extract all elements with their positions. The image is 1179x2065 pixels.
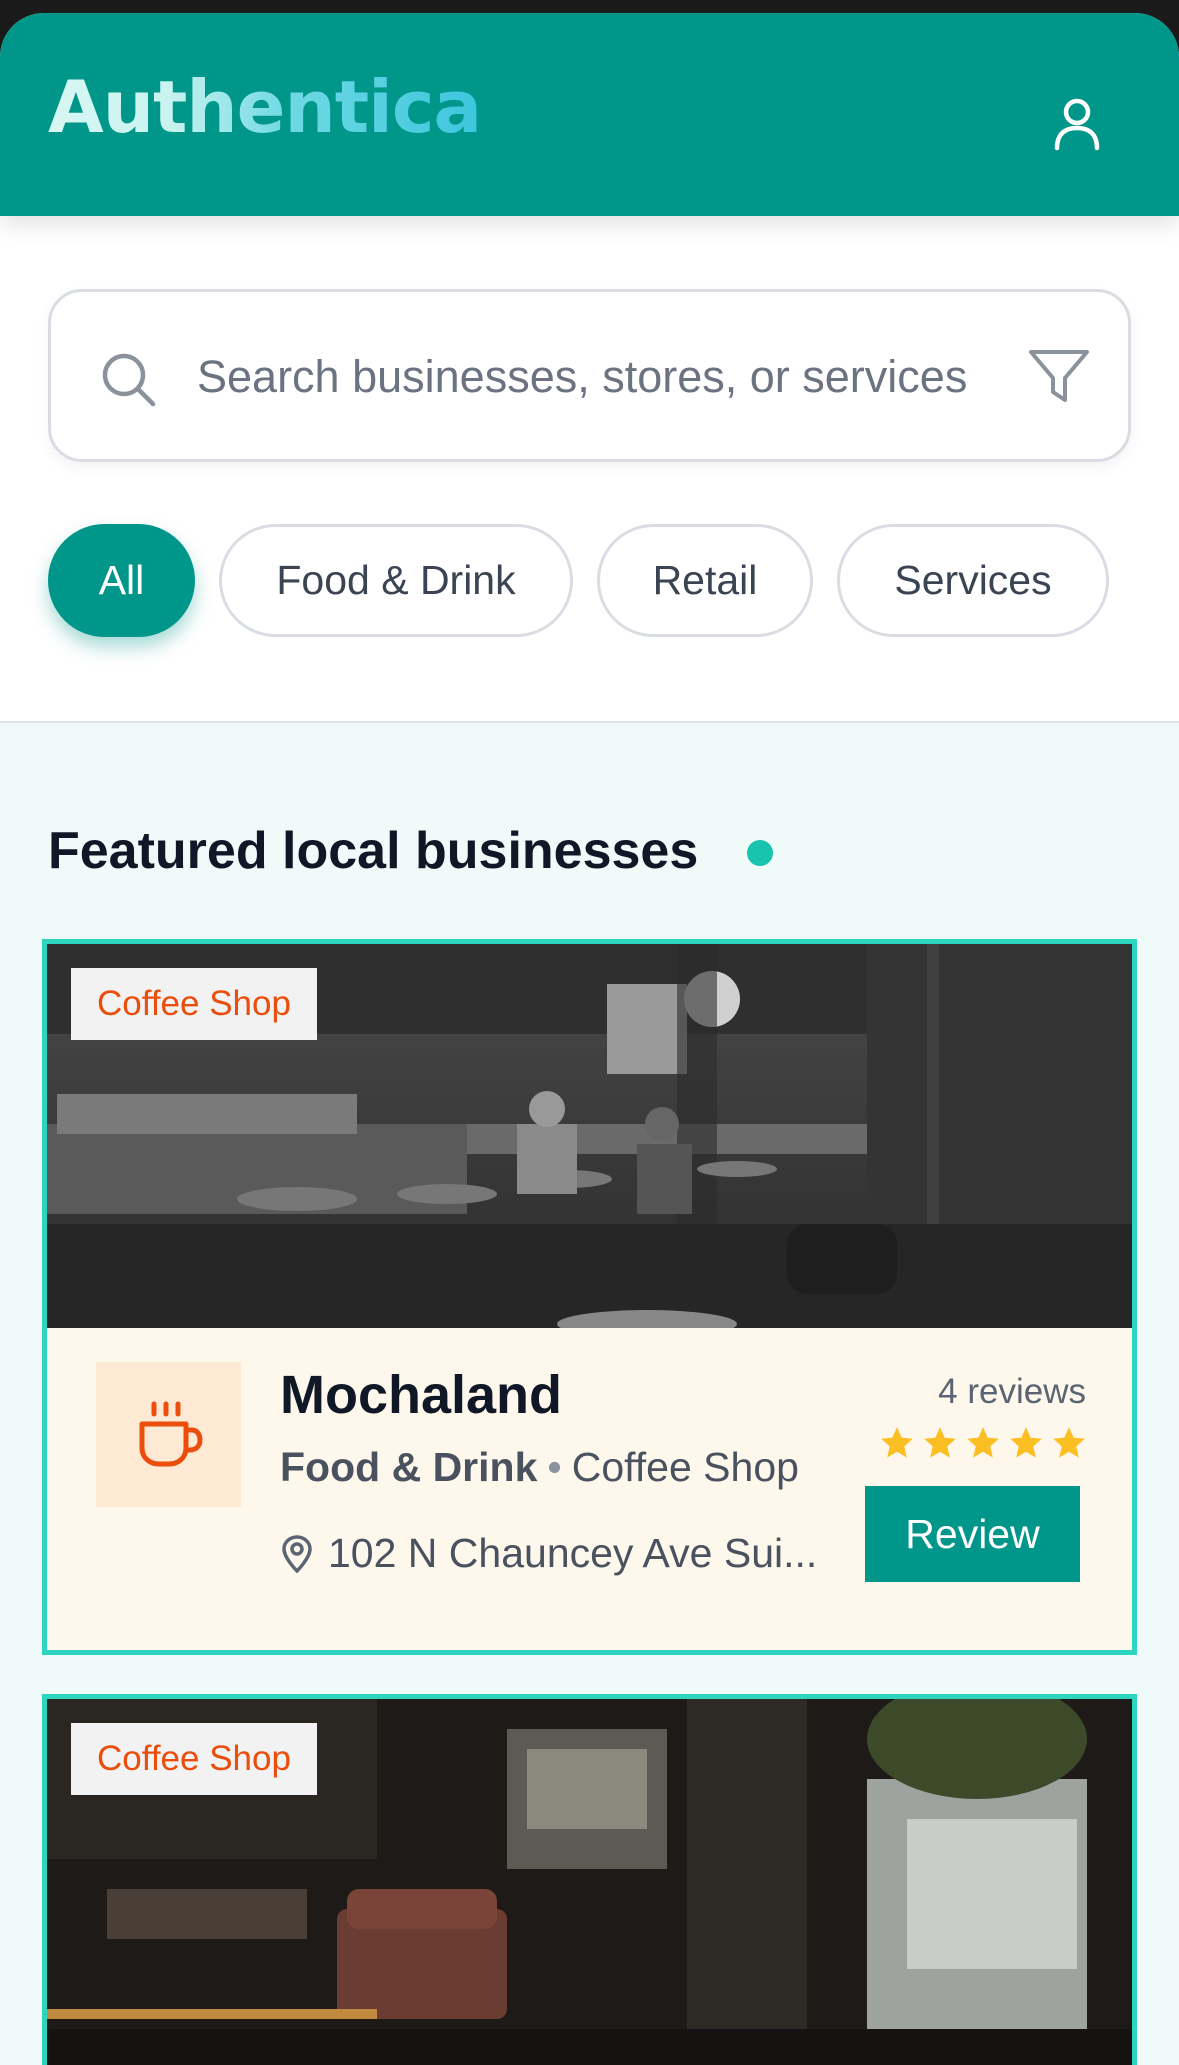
star-icon xyxy=(881,1427,913,1458)
category-tag: Coffee Shop xyxy=(71,968,317,1040)
star-rating xyxy=(878,1424,1088,1462)
star-icon xyxy=(967,1427,999,1458)
star-icon xyxy=(1010,1427,1042,1458)
search-icon xyxy=(102,353,156,407)
filter-chip-services[interactable]: Services xyxy=(837,524,1109,637)
review-button[interactable]: Review xyxy=(865,1486,1080,1582)
business-name[interactable]: Mochaland xyxy=(280,1364,562,1426)
business-icon xyxy=(96,1362,241,1507)
filter-chip-label: Food & Drink xyxy=(276,557,516,603)
location-pin-icon xyxy=(282,1534,312,1573)
business-category-main: Food & Drink xyxy=(280,1444,538,1490)
star-icon xyxy=(1053,1427,1085,1458)
filter-chip-all[interactable]: All xyxy=(48,524,195,637)
app-header: Authentica xyxy=(0,13,1179,216)
business-subcategory: Coffee Shop xyxy=(571,1444,799,1490)
filter-icon[interactable] xyxy=(1026,344,1092,410)
category-tag: Coffee Shop xyxy=(71,1723,317,1795)
user-icon xyxy=(1054,98,1100,151)
app-logo[interactable]: Authentica xyxy=(48,71,482,143)
search-bar xyxy=(48,289,1131,462)
app-screen: Authentica All Food & Drink Retail Servi… xyxy=(0,13,1179,2065)
business-address-text: 102 N Chauncey Ave Sui... xyxy=(328,1530,818,1576)
star-icon xyxy=(924,1427,956,1458)
business-card[interactable]: Coffee Shop xyxy=(42,1694,1137,2065)
category-separator: • xyxy=(547,1444,562,1490)
featured-section: Featured local businesses Coffee Shop Mo… xyxy=(0,721,1179,2065)
business-card[interactable]: Coffee Shop Mochaland Food & Drink • Coffe… xyxy=(42,939,1137,1655)
live-indicator-dot xyxy=(747,840,773,866)
filter-chip-retail[interactable]: Retail xyxy=(597,524,813,637)
profile-button[interactable] xyxy=(1040,87,1114,161)
filter-chip-food-drink[interactable]: Food & Drink xyxy=(219,524,573,637)
filter-chip-label: Retail xyxy=(652,557,758,603)
review-count: 4 reviews xyxy=(938,1372,1086,1411)
filter-chip-label: Services xyxy=(894,557,1052,603)
filter-chip-label: All xyxy=(98,557,145,603)
search-input[interactable] xyxy=(197,332,1077,422)
business-category: Food & Drink • Coffee Shop xyxy=(280,1444,799,1491)
section-title: Featured local businesses xyxy=(48,822,699,880)
coffee-cup-icon xyxy=(139,1401,203,1466)
business-address: 102 N Chauncey Ave Sui... xyxy=(280,1530,870,1577)
